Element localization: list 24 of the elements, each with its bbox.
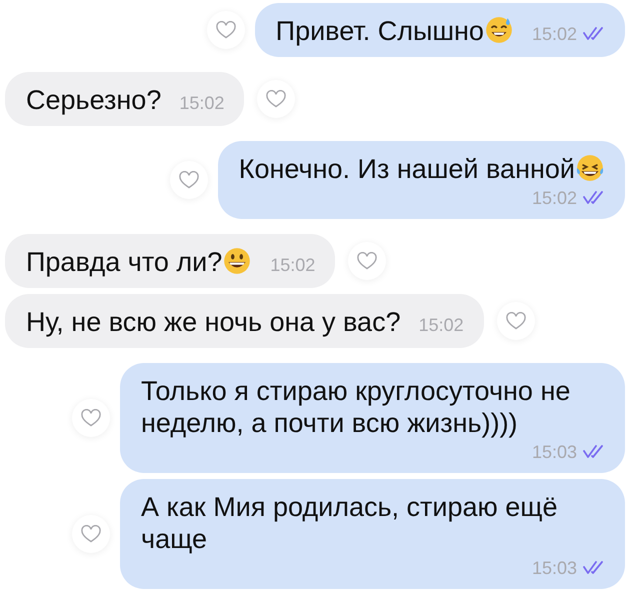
message-text: Ну, не всю же ночь она у вас? xyxy=(26,306,401,338)
message-time: 15:03 xyxy=(532,441,577,463)
message-text: Только я стираю круглосуточно не неделю, а почти всю жизнь)))) xyxy=(141,376,570,438)
like-button[interactable] xyxy=(496,302,535,340)
like-button[interactable] xyxy=(348,242,386,280)
message-text: А как Мия родилась, стираю ещё чаще xyxy=(141,492,558,554)
message-time: 15:02 xyxy=(270,254,316,276)
message-time: 15:02 xyxy=(179,92,224,114)
message-text: Правда что ли? xyxy=(26,246,252,278)
smiley-icon xyxy=(222,246,252,276)
laughing-face-icon xyxy=(484,15,514,45)
message-text: Конечно. Из нашей ванной xyxy=(238,154,605,184)
like-button[interactable] xyxy=(72,399,110,437)
like-button[interactable] xyxy=(206,11,245,49)
message-time: 15:02 xyxy=(532,23,577,45)
laughing-face-icon xyxy=(575,153,605,183)
message-time: 15:02 xyxy=(418,314,464,336)
message-text: Привет. Слышно xyxy=(276,15,514,47)
message-time: 15:03 xyxy=(532,557,577,579)
like-button[interactable] xyxy=(170,161,208,199)
message-text: Серьезно? xyxy=(26,84,162,116)
message-time: 15:02 xyxy=(532,187,577,209)
like-button[interactable] xyxy=(72,515,110,553)
like-button[interactable] xyxy=(257,80,296,118)
